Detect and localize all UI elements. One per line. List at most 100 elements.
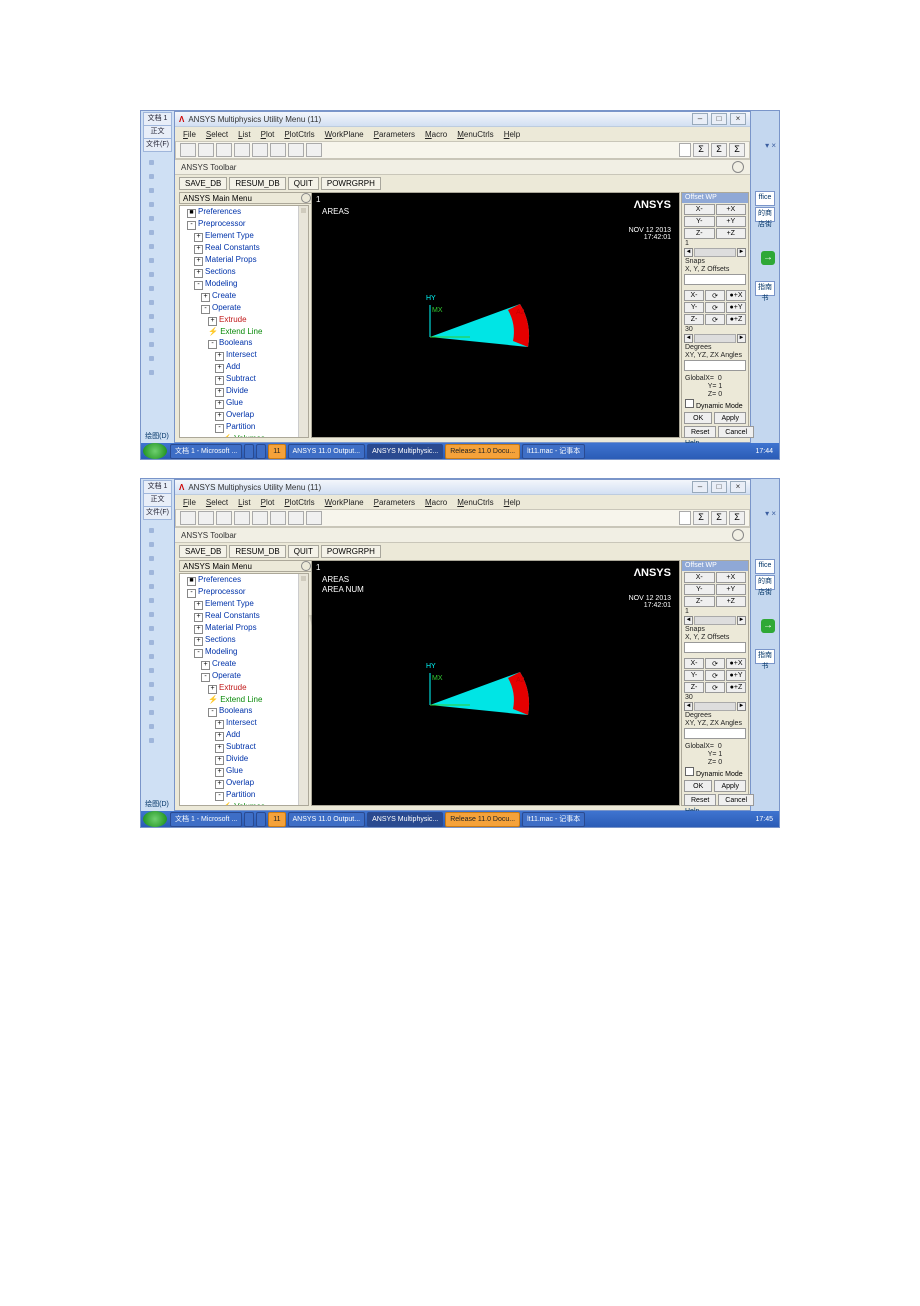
tree-item[interactable]: Extend Line (220, 327, 262, 336)
ok-button[interactable]: OK (684, 412, 712, 424)
xyz-offset-input[interactable] (684, 642, 746, 653)
close-icon[interactable]: ▾ × (765, 509, 776, 518)
menu-item[interactable]: Help (504, 498, 520, 507)
tree-item[interactable]: Sections (205, 635, 236, 644)
cancel-button[interactable]: Cancel (718, 794, 754, 806)
taskbar-item[interactable]: 11 (268, 812, 285, 827)
toolbar-icon[interactable] (288, 511, 304, 525)
cancel-button[interactable]: Cancel (718, 426, 754, 438)
close-icon[interactable]: × (730, 113, 746, 125)
tree-item[interactable]: Overlap (226, 778, 254, 787)
menu-item[interactable]: Macro (425, 498, 447, 507)
menu-item[interactable]: MenuCtrls (457, 130, 493, 139)
toolbar-icon[interactable] (252, 511, 268, 525)
close-icon[interactable]: ▾ × (765, 141, 776, 150)
slider[interactable] (694, 248, 736, 257)
menu-item[interactable]: PlotCtrls (284, 498, 314, 507)
toolbar-icon[interactable]: Σ (711, 511, 727, 525)
taskbar-item[interactable] (244, 812, 254, 827)
tree-item[interactable]: Intersect (226, 350, 257, 359)
reset-button[interactable]: Reset (684, 426, 716, 438)
tree-item[interactable]: Booleans (219, 338, 252, 347)
doc-tab[interactable]: 文档 1 (143, 112, 172, 126)
doc-tab[interactable]: 正文 (143, 493, 172, 507)
scrollbar[interactable] (298, 206, 308, 437)
tree-item[interactable]: Overlap (226, 410, 254, 419)
go-icon[interactable]: → (761, 251, 775, 265)
graphics-window[interactable]: 1AREASΛNSYSNOV 12 201317:42:01HYMXA2 (311, 192, 680, 438)
menu-item[interactable]: List (238, 498, 250, 507)
tree-item[interactable]: Create (212, 659, 236, 668)
tree-item[interactable]: Element Type (205, 599, 254, 608)
tree-item[interactable]: Booleans (219, 706, 252, 715)
taskbar-item[interactable]: lt11.mac - 记事本 (522, 444, 585, 459)
toolbar-icon[interactable] (252, 143, 268, 157)
ok-button[interactable]: OK (684, 780, 712, 792)
menu-item[interactable]: WorkPlane (325, 130, 364, 139)
title-bar[interactable]: ΛANSYS Multiphysics Utility Menu (11)–□× (175, 112, 750, 127)
toolbar-icon[interactable]: Σ (711, 143, 727, 157)
taskbar-item[interactable]: Release 11.0 Docu... (445, 444, 520, 459)
graphics-window[interactable]: 1AREASAREA NUMΛNSYSNOV 12 201317:42:01HY… (311, 560, 680, 806)
menu-item[interactable]: List (238, 130, 250, 139)
xyz-offset-input[interactable] (684, 274, 746, 285)
menu-item[interactable]: File (183, 130, 196, 139)
tree-item[interactable]: Material Props (205, 255, 257, 264)
toolbar-icon[interactable] (216, 511, 232, 525)
menu-item[interactable]: Macro (425, 130, 447, 139)
menu-item[interactable]: MenuCtrls (457, 498, 493, 507)
minimize-icon[interactable]: – (692, 113, 708, 125)
toolbar-icon[interactable] (234, 511, 250, 525)
tree-item[interactable]: Volumes (234, 802, 265, 806)
menu-toggle-icon[interactable] (301, 561, 311, 571)
menu-item[interactable]: Select (206, 130, 228, 139)
toolbar-icon[interactable]: Σ (729, 143, 745, 157)
menu-item[interactable]: Select (206, 498, 228, 507)
menu-item[interactable]: Parameters (374, 130, 415, 139)
draw-label[interactable]: 绘图(D) (143, 799, 171, 809)
tree-item[interactable]: Create (212, 291, 236, 300)
offset-neg[interactable]: X- (684, 572, 715, 583)
tree-item[interactable]: Add (226, 362, 240, 371)
toolbar-icon[interactable] (288, 143, 304, 157)
toolbar-toggle-icon[interactable] (732, 161, 744, 173)
taskbar-item[interactable] (256, 812, 266, 827)
taskbar-item[interactable]: 文档 1 - Microsoft ... (170, 812, 242, 827)
offset-pos[interactable]: +Y (716, 584, 747, 595)
doc-tab[interactable]: 文件(F) (143, 506, 172, 520)
start-button[interactable] (143, 443, 167, 459)
reset-button[interactable]: Reset (684, 794, 716, 806)
tree-item[interactable]: Glue (226, 398, 243, 407)
offset-neg[interactable]: Z- (684, 596, 715, 607)
tree-item[interactable]: Divide (226, 754, 248, 763)
taskbar-item[interactable]: ANSYS Multiphysic... (367, 812, 443, 827)
tree-item[interactable]: Preferences (198, 207, 241, 216)
tree-item[interactable]: Glue (226, 766, 243, 775)
offset-pos[interactable]: +X (716, 204, 747, 215)
toolbar-icon[interactable] (180, 511, 196, 525)
start-button[interactable] (143, 811, 167, 827)
menu-item[interactable]: PlotCtrls (284, 130, 314, 139)
toolbar-toggle-icon[interactable] (732, 529, 744, 541)
taskbar-item[interactable]: 文档 1 - Microsoft ... (170, 444, 242, 459)
toolbar-icon[interactable]: Σ (729, 511, 745, 525)
close-icon[interactable]: × (730, 481, 746, 493)
offset-neg[interactable]: X- (684, 204, 715, 215)
doc-tab[interactable]: 文档 1 (143, 480, 172, 494)
taskbar-item[interactable] (244, 444, 254, 459)
offset-pos[interactable]: +Z (716, 596, 747, 607)
taskbar-item[interactable]: 11 (268, 444, 285, 459)
menu-item[interactable]: Plot (261, 130, 275, 139)
minimize-icon[interactable]: – (692, 481, 708, 493)
tree-item[interactable]: Element Type (205, 231, 254, 240)
tree-item[interactable]: Extrude (219, 315, 247, 324)
taskbar-item[interactable]: ANSYS 11.0 Output... (288, 444, 366, 459)
tree-item[interactable]: Extrude (219, 683, 247, 692)
go-icon[interactable]: → (761, 619, 775, 633)
toolbar-icon[interactable] (306, 143, 322, 157)
tree-item[interactable]: Modeling (205, 279, 237, 288)
slider[interactable] (694, 616, 736, 625)
angle-input[interactable] (684, 728, 746, 739)
toolbar-icon[interactable] (270, 511, 286, 525)
menu-toggle-icon[interactable] (301, 193, 311, 203)
